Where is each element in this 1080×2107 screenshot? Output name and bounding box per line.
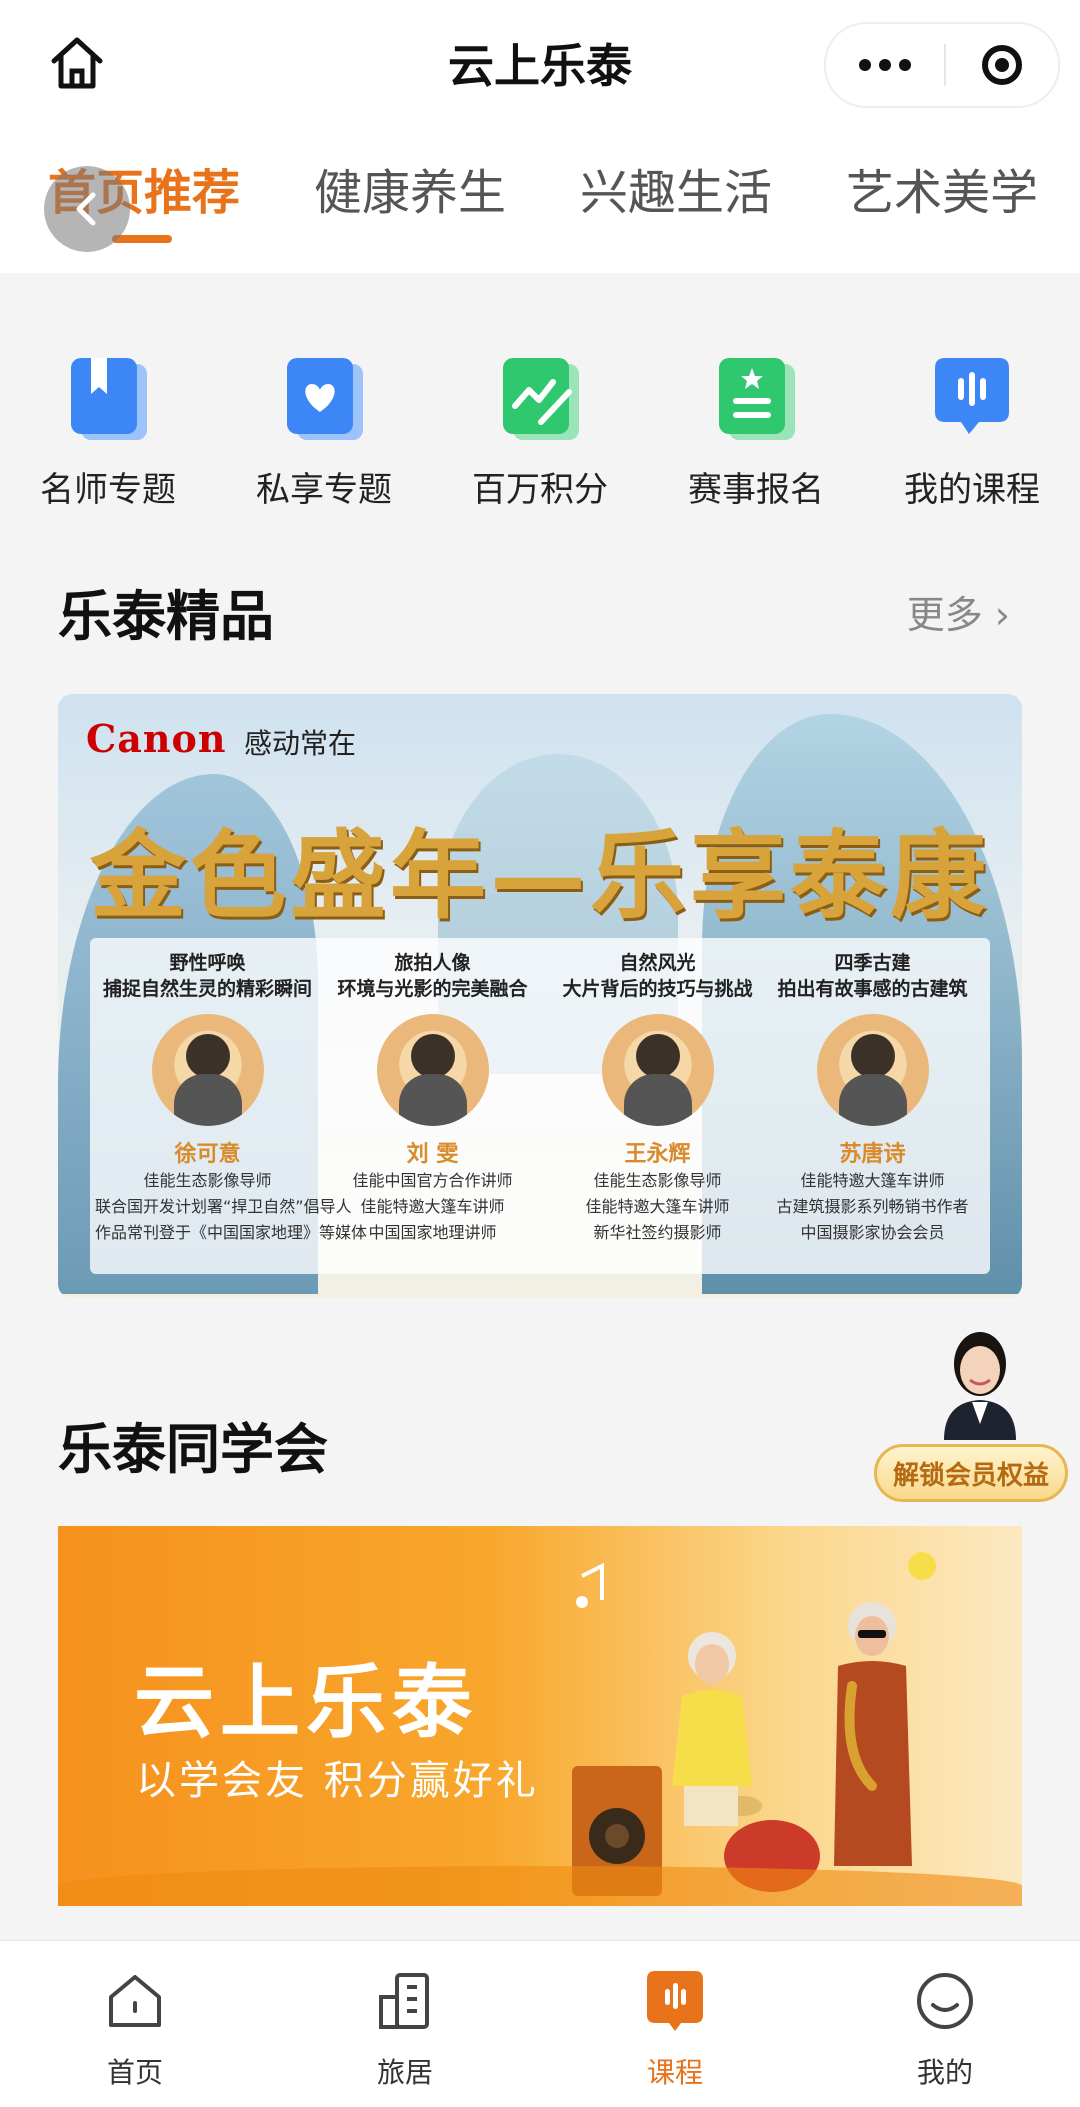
shortcut-private-topic[interactable]: 私享专题 xyxy=(216,340,432,511)
nav-travel-stay[interactable]: 旅居 xyxy=(270,1969,540,2091)
photographer-avatar xyxy=(816,1014,929,1126)
banner-subtitle: 以学会友 积分赢好礼 xyxy=(136,1758,539,1804)
dot-icon xyxy=(879,59,891,71)
dot-icon xyxy=(859,59,871,71)
heart-book-icon xyxy=(287,358,363,440)
banner-headline: 金色盛年—乐享泰康 xyxy=(90,819,990,932)
nav-home[interactable]: 首页 xyxy=(0,1969,270,2091)
more-link[interactable]: 更多 › xyxy=(907,584,1010,639)
star-list-icon xyxy=(719,358,795,440)
yunshang-letai-banner[interactable]: 云上乐泰 以学会友 积分赢好礼 xyxy=(58,1526,1022,1906)
mentor-panel: 野性呼唤 捕捉自然生灵的精彩瞬间 徐可意 佳能生态影像导师 联合国开发计划署“捍… xyxy=(90,938,990,1274)
target-icon xyxy=(982,45,1022,85)
brand-slogan: 感动常在 xyxy=(244,727,357,760)
active-tab-indicator xyxy=(112,235,172,243)
canon-course-banner[interactable]: Canon 感动常在 金色盛年—乐享泰康 野性呼唤 捕捉自然生灵的精彩瞬间 徐可… xyxy=(58,694,1022,1298)
chart-pen-icon xyxy=(503,358,579,440)
shortcut-row: 名师专题 私享专题 百万积分 赛事报名 我的课程 xyxy=(0,340,1080,520)
category-tabs: 首页推荐 健康养生 兴趣生活 艺术美学 xyxy=(0,125,1080,273)
photographer-avatar xyxy=(601,1014,714,1126)
bookmark-book-icon xyxy=(71,358,147,440)
musicians-illustration xyxy=(572,1552,936,1896)
audio-chat-icon xyxy=(935,358,1009,434)
mentor-card: 自然风光 大片背后的技巧与挑战 王永辉 佳能生态影像导师 佳能特邀大篷车讲师 新… xyxy=(562,952,753,1242)
tab-hobby-life[interactable]: 兴趣生活 xyxy=(580,153,772,223)
course-icon xyxy=(647,1971,703,2031)
banner-title: 云上乐泰 xyxy=(134,1656,478,1749)
top-bar: 云上乐泰 xyxy=(0,0,1080,125)
chevron-left-icon xyxy=(76,192,96,226)
mentor-card: 野性呼唤 捕捉自然生灵的精彩瞬间 徐可意 佳能生态影像导师 联合国开发计划署“捍… xyxy=(95,952,368,1242)
mentor-card: 四季古建 拍出有故事感的古建筑 苏唐诗 佳能特邀大篷车讲师 古建筑摄影系列畅销书… xyxy=(776,952,969,1242)
tab-health[interactable]: 健康养生 xyxy=(314,153,506,223)
member-benefits-float[interactable]: 解锁会员权益 xyxy=(874,1320,1070,1506)
mini-program-capsule xyxy=(824,22,1060,108)
more-menu-button[interactable] xyxy=(826,24,944,106)
bottom-navigation: 首页 旅居 课程 我的 xyxy=(0,1940,1080,2107)
photographer-avatar xyxy=(376,1014,489,1126)
banner-wave xyxy=(58,1866,1022,1906)
nav-mine[interactable]: 我的 xyxy=(810,1969,1080,2091)
close-program-button[interactable] xyxy=(946,45,1058,85)
home-icon xyxy=(109,1975,161,2027)
shortcut-famous-teacher[interactable]: 名师专题 xyxy=(0,340,216,511)
shortcut-event-signup[interactable]: 赛事报名 xyxy=(648,340,864,511)
smile-icon xyxy=(917,1973,973,2029)
photographer-avatar xyxy=(151,1014,264,1126)
section-title-alumni: 乐泰同学会 xyxy=(58,1418,328,1481)
section-title-premium: 乐泰精品 xyxy=(58,585,274,648)
assistant-avatar xyxy=(944,1332,1016,1440)
dot-icon xyxy=(899,59,911,71)
shortcut-my-courses[interactable]: 我的课程 xyxy=(864,340,1080,511)
back-button[interactable] xyxy=(44,166,130,252)
tab-art[interactable]: 艺术美学 xyxy=(846,153,1038,223)
chevron-right-icon: › xyxy=(994,593,1010,637)
building-icon xyxy=(379,1973,429,2029)
unlock-membership-button[interactable]: 解锁会员权益 xyxy=(874,1444,1068,1502)
nav-courses[interactable]: 课程 xyxy=(540,1969,810,2091)
mentor-card: 旅拍人像 环境与光影的完美融合 刘 雯 佳能中国官方合作讲师 佳能特邀大篷车讲师… xyxy=(337,952,528,1242)
canon-logo: Canon xyxy=(86,716,227,761)
shortcut-million-points[interactable]: 百万积分 xyxy=(432,340,648,511)
